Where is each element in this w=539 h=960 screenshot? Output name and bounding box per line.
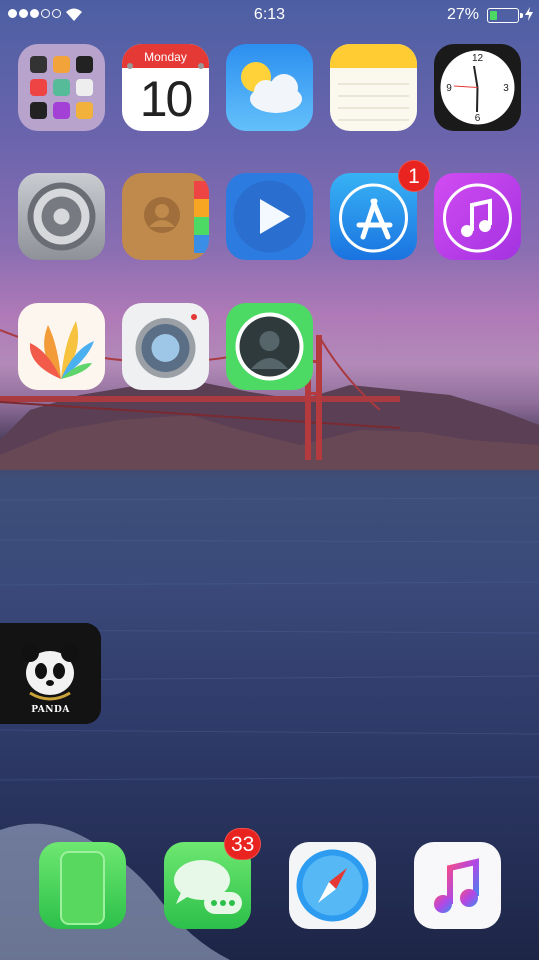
wallpaper xyxy=(0,0,539,960)
app-store-badge: 1 xyxy=(398,160,430,192)
facetime-app[interactable] xyxy=(226,303,313,390)
calendar-app[interactable]: Monday 10 xyxy=(122,44,209,131)
calendar-date: 10 xyxy=(139,71,194,127)
music-app[interactable] xyxy=(414,842,501,929)
itunes-store-app[interactable] xyxy=(434,173,521,260)
camera-app[interactable] xyxy=(122,303,209,390)
charging-bolt-icon xyxy=(525,7,533,21)
weather-app[interactable] xyxy=(226,44,313,131)
settings-app[interactable] xyxy=(18,173,105,260)
calendar-weekday: Monday xyxy=(144,50,187,64)
svg-text:3: 3 xyxy=(503,83,509,94)
now-playing-album-widget[interactable]: PANDA xyxy=(0,623,101,724)
svg-text:9: 9 xyxy=(446,83,452,94)
svg-text:12: 12 xyxy=(472,53,484,64)
notes-app[interactable] xyxy=(330,44,417,131)
app-folder[interactable] xyxy=(18,44,105,131)
clock-app[interactable]: 12 3 6 9 xyxy=(434,44,521,131)
phone-app[interactable] xyxy=(39,842,126,929)
safari-app[interactable] xyxy=(289,842,376,929)
status-bar: 6:13 27% xyxy=(0,0,539,30)
contacts-app[interactable] xyxy=(122,173,209,260)
svg-text:6: 6 xyxy=(475,113,481,124)
photos-app[interactable] xyxy=(18,303,105,390)
video-player-app[interactable] xyxy=(226,173,313,260)
album-title: PANDA xyxy=(31,705,70,715)
battery-percent: 27% xyxy=(446,6,479,23)
messages-badge: 33 xyxy=(224,828,262,860)
battery-icon xyxy=(487,8,523,23)
